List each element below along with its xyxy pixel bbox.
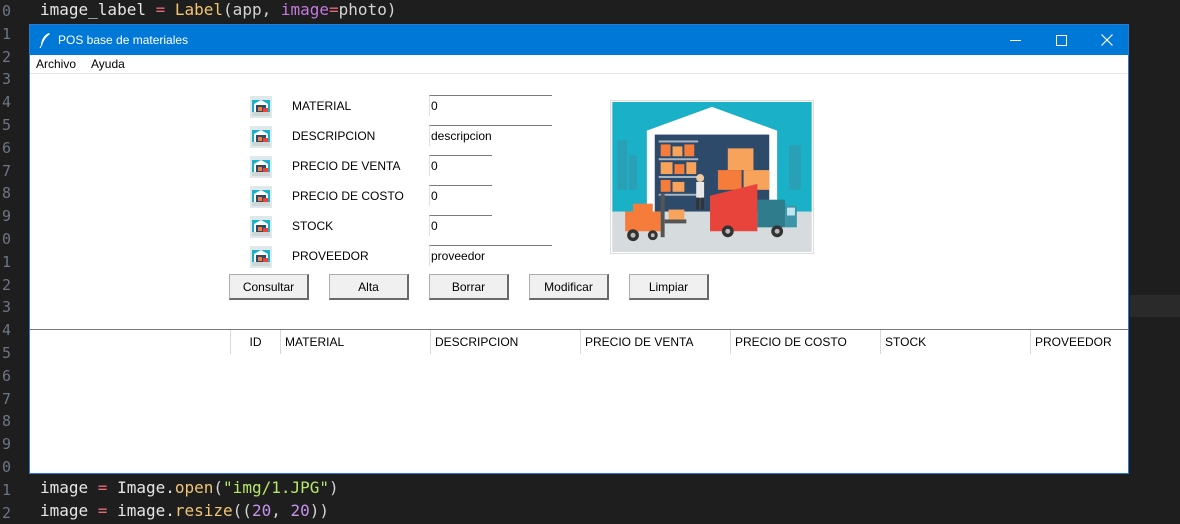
column-header-precio-costo[interactable]: PRECIO DE COSTO xyxy=(730,330,880,354)
feather-icon xyxy=(39,33,50,48)
menu-archivo[interactable]: Archivo xyxy=(36,57,76,71)
code-token: 20 xyxy=(251,501,272,520)
code-line-image-resize: image = image.resize((20, 20)) xyxy=(40,501,329,521)
material-label: MATERIAL xyxy=(292,99,352,113)
maximize-button[interactable] xyxy=(1038,25,1084,55)
stock-label: STOCK xyxy=(292,219,334,233)
column-header-stock[interactable]: STOCK xyxy=(880,330,1030,354)
column-header-proveedor[interactable]: PROVEEDOR xyxy=(1030,330,1128,354)
code-token: image_label xyxy=(40,0,146,19)
code-token: Image. xyxy=(117,478,175,497)
proveedor-label: PROVEEDOR xyxy=(292,249,369,263)
line-number: 3 xyxy=(1,298,11,317)
warehouse-thumbnail-icon xyxy=(250,216,272,238)
code-token: Label xyxy=(174,0,224,19)
line-number: 9 xyxy=(1,435,11,454)
code-token: 20 xyxy=(290,501,310,520)
code-token: open xyxy=(174,478,214,497)
code-token: )) xyxy=(309,501,329,520)
line-number: 1 xyxy=(1,252,11,271)
code-token: resize xyxy=(174,501,233,520)
precio-venta-field[interactable] xyxy=(429,157,491,175)
line-number-gutter: 0 1 2 3 4 5 6 7 8 9 0 1 2 3 4 5 6 7 8 9 0 1 2 xyxy=(0,0,14,522)
line-number: 1 xyxy=(1,24,11,43)
code-token: = xyxy=(329,0,339,19)
stock-field[interactable] xyxy=(429,217,491,235)
precio-costo-label: PRECIO DE COSTO xyxy=(292,189,404,203)
line-number: 9 xyxy=(1,207,11,226)
code-token: = xyxy=(88,501,118,520)
alta-button[interactable]: Alta xyxy=(329,274,409,300)
descripcion-field[interactable] xyxy=(429,127,551,145)
line-number: 6 xyxy=(1,138,11,157)
code-token: (( xyxy=(232,501,252,520)
line-number: 4 xyxy=(1,321,11,340)
code-line-image-open: image = Image.open("img/1.JPG") xyxy=(40,478,339,498)
code-line-image-label: image_label = Label(app, image=photo) xyxy=(40,0,396,20)
code-token: (app, xyxy=(223,0,281,19)
line-number: 6 xyxy=(1,366,11,385)
line-number: 2 xyxy=(1,275,11,294)
code-token: ( xyxy=(213,478,224,497)
code-token: image xyxy=(40,478,89,497)
code-token: image xyxy=(280,0,330,19)
precio-costo-field[interactable] xyxy=(429,187,491,205)
editor-line-highlight xyxy=(1130,295,1180,317)
line-number: 1 xyxy=(1,480,11,499)
minimize-button[interactable] xyxy=(992,25,1038,55)
warehouse-illustration xyxy=(610,100,814,254)
descripcion-label: DESCRIPCION xyxy=(292,129,376,143)
close-icon xyxy=(1101,34,1113,46)
consultar-button[interactable]: Consultar xyxy=(229,274,309,300)
precio-venta-label: PRECIO DE VENTA xyxy=(292,159,401,173)
code-token: , xyxy=(271,501,291,520)
line-number: 7 xyxy=(1,389,11,408)
code-token: ) xyxy=(329,478,339,497)
minimize-icon xyxy=(1009,39,1021,41)
warehouse-thumbnail-icon xyxy=(250,126,272,148)
close-button[interactable] xyxy=(1084,25,1130,55)
code-token: = xyxy=(145,0,175,19)
menu-bar: Archivo Ayuda xyxy=(30,55,1128,73)
line-number: 5 xyxy=(1,116,11,134)
limpiar-button[interactable]: Limpiar xyxy=(629,274,709,300)
line-number: 0 xyxy=(1,230,11,248)
column-header-descripcion[interactable]: DESCRIPCION xyxy=(430,330,580,354)
warehouse-thumbnail-icon xyxy=(250,156,272,178)
warehouse-thumbnail-icon xyxy=(250,186,272,208)
code-token: photo) xyxy=(338,0,397,19)
title-bar[interactable]: POS base de materiales xyxy=(30,25,1128,55)
borrar-button[interactable]: Borrar xyxy=(429,274,509,300)
warehouse-thumbnail-icon xyxy=(250,96,272,118)
proveedor-field[interactable] xyxy=(429,247,551,265)
line-number: 2 xyxy=(1,47,11,66)
code-token: = xyxy=(88,478,118,497)
material-field[interactable] xyxy=(429,97,551,115)
code-token: image xyxy=(40,501,89,520)
menu-separator xyxy=(30,73,1128,74)
code-token: "img/1.JPG" xyxy=(223,478,330,497)
line-number: 3 xyxy=(1,70,11,89)
warehouse-thumbnail-icon xyxy=(250,246,272,268)
column-header-id[interactable]: ID xyxy=(230,330,280,354)
app-window: POS base de materiales Archivo Ayuda MAT… xyxy=(29,24,1129,474)
modificar-button[interactable]: Modificar xyxy=(529,274,609,300)
line-number: 4 xyxy=(1,93,11,112)
column-header-material[interactable]: MATERIAL xyxy=(280,330,430,354)
line-number: 0 xyxy=(1,458,11,476)
line-number: 7 xyxy=(1,161,11,180)
line-number: 8 xyxy=(1,184,11,203)
maximize-icon xyxy=(1055,34,1067,46)
line-number: 0 xyxy=(1,2,11,20)
column-header-precio-venta[interactable]: PRECIO DE VENTA xyxy=(580,330,730,354)
window-title: POS base de materiales xyxy=(58,33,189,47)
line-number: 8 xyxy=(1,412,11,431)
line-number: 2 xyxy=(1,503,11,522)
line-number: 5 xyxy=(1,344,11,362)
code-token: image. xyxy=(117,501,175,520)
menu-ayuda[interactable]: Ayuda xyxy=(91,57,125,71)
